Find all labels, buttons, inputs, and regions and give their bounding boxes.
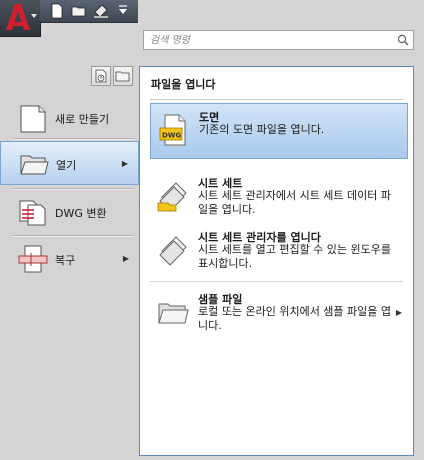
submenu-arrow-icon: ▶: [395, 308, 402, 317]
search-input[interactable]: [144, 31, 400, 49]
search-box: [143, 30, 414, 50]
menu-separator: [12, 138, 134, 140]
open-sheet-set-desc: 시트 세트 관리자에서 시트 세트 데이터 파일을 엽니다.: [198, 189, 392, 216]
menu-item-dwg-convert[interactable]: DWG 변환: [0, 190, 139, 234]
menu-item-recover-label: 복구: [55, 254, 76, 267]
menu-item-dwg-convert-label: DWG 변환: [55, 207, 107, 220]
svg-text:DWG: DWG: [162, 132, 182, 140]
open-drawing-desc: 기존의 도면 파일을 엽니다.: [199, 123, 325, 136]
menu-item-open-label: 열기: [56, 159, 77, 172]
open-folder-icon[interactable]: [71, 3, 87, 19]
open-sheet-set-item[interactable]: 시트 세트 시트 세트 관리자에서 시트 세트 데이터 파일을 엽니다.: [150, 170, 408, 226]
submenu-arrow-icon: ▶: [121, 159, 128, 168]
application-menu-button[interactable]: [0, 0, 41, 37]
menu-item-new[interactable]: 새로 만들기: [0, 96, 139, 140]
open-folder-icon: [20, 155, 49, 175]
new-file-icon[interactable]: [49, 3, 65, 19]
new-document-icon: [20, 105, 46, 133]
open-sheet-set-manager-desc: 시트 세트를 열고 편집할 수 있는 윈도우를 표시합니다.: [198, 243, 392, 270]
open-sheet-set-manager-item[interactable]: 시트 세트 관리자를 엽니다 시트 세트를 열고 편집할 수 있는 윈도우를 표…: [150, 224, 408, 280]
menu-item-new-label: 새로 만들기: [55, 113, 110, 126]
sheet-set-manager-icon: [159, 236, 187, 266]
quick-access-toolbar: [40, 0, 138, 23]
autocad-logo-icon: [6, 4, 37, 30]
recover-icon: [18, 245, 48, 273]
sample-folder-icon: [158, 303, 189, 324]
dwg-convert-icon: [19, 200, 46, 226]
open-drawing-item[interactable]: DWG 도면 기존의 도면 파일을 엽니다.: [150, 103, 408, 159]
save-icon[interactable]: [93, 3, 109, 19]
dwg-file-icon: DWG: [159, 114, 186, 146]
menu-item-open[interactable]: 열기 ▶: [0, 141, 139, 185]
panel-title: 파일을 엽니다: [151, 78, 216, 91]
search-icon[interactable]: [396, 33, 410, 47]
dropdown-arrow-icon[interactable]: [118, 4, 128, 16]
submenu-arrow-icon: ▶: [122, 254, 129, 263]
menu-item-recover[interactable]: 복구 ▶: [0, 237, 139, 281]
panel-title-separator: [150, 99, 403, 100]
panel-separator: [150, 281, 403, 282]
open-sample-files-desc: 로컬 또는 온라인 위치에서 샘플 파일을 엽니다.: [198, 305, 392, 332]
sheet-set-icon: [157, 182, 187, 212]
open-submenu-panel: 파일을 엽니다 DWG 도면 기존의 도면 파일을 엽니다. 시트 세트 시트 …: [139, 66, 414, 456]
open-sample-files-item[interactable]: 샘플 파일 로컬 또는 온라인 위치에서 샘플 파일을 엽니다. ▶: [150, 286, 408, 342]
